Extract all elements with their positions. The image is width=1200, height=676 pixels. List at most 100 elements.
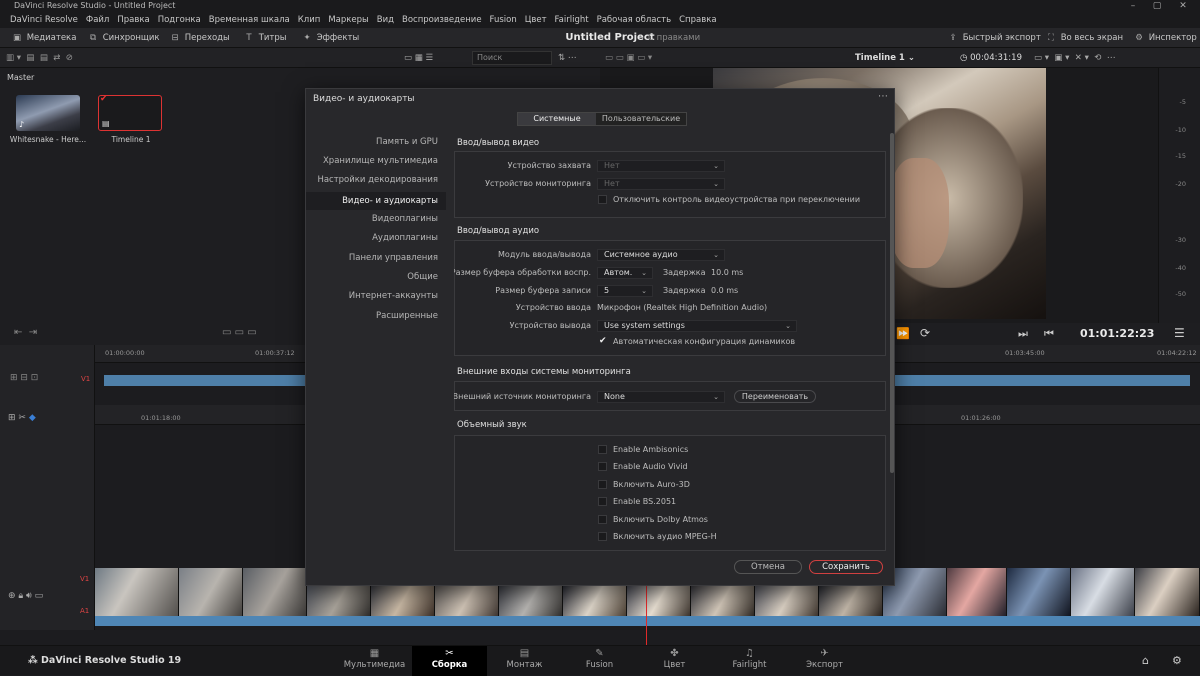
menu-color[interactable]: Цвет: [521, 12, 551, 28]
tab-user[interactable]: Пользовательские: [596, 113, 686, 125]
auro3d-checkbox[interactable]: [598, 480, 607, 489]
quick-export-label: Быстрый экспорт: [962, 33, 1041, 43]
menu-edit[interactable]: Правка: [113, 12, 153, 28]
view-mode-icons[interactable]: ▭ ▦ ☰: [404, 48, 433, 68]
menu-fusion[interactable]: Fusion: [486, 12, 521, 28]
menu-icon[interactable]: ☰: [1174, 326, 1185, 340]
timeline-selector[interactable]: Timeline 1 ⌄: [855, 48, 915, 68]
filmstrip-frame: [1071, 568, 1135, 616]
transitions-button[interactable]: ⊟ Переходы: [168, 28, 229, 48]
nav-audio-plugins[interactable]: Аудиоплагины: [372, 233, 438, 243]
secondary-toolbar: ▥ ▾ ▤ ▤ ⇄ ⊘ ▭ ▦ ☰ ⇅ ⋯ ▭ ▭ ▣ ▭ ▾ Timeline…: [0, 48, 1200, 68]
duration-readout: ◷ 00:04:31:19: [960, 48, 1022, 68]
content-scrollbar[interactable]: [890, 133, 894, 473]
page-deliver[interactable]: ✈ Экспорт: [787, 646, 862, 676]
save-button[interactable]: Сохранить: [809, 560, 883, 574]
close-icon[interactable]: ✕: [1170, 0, 1196, 12]
prev-clip-icon[interactable]: ⏮: [1044, 327, 1054, 341]
titles-button[interactable]: T Титры: [242, 28, 286, 48]
menu-davinci[interactable]: DaVinci Resolve: [6, 12, 82, 28]
nav-internet-accounts[interactable]: Интернет-аккаунты: [349, 291, 438, 301]
page-color[interactable]: ✤ Цвет: [637, 646, 712, 676]
inspector-button[interactable]: ⚙ Инспектор: [1132, 28, 1197, 48]
playhead[interactable]: [646, 585, 647, 645]
menu-help[interactable]: Справка: [675, 12, 720, 28]
audio-vivid-checkbox[interactable]: [598, 462, 607, 471]
menu-fairlight[interactable]: Fairlight: [551, 12, 593, 28]
loop-icon[interactable]: ⟳: [920, 326, 930, 340]
audio-track-a1[interactable]: [95, 616, 1200, 626]
minimize-icon[interactable]: –: [1120, 0, 1146, 12]
viewer-options-icons[interactable]: ▭ ▾ ▣ ▾ ✕ ▾ ⟲ ⋯: [1034, 48, 1115, 68]
nav-memory-gpu[interactable]: Память и GPU: [376, 137, 438, 147]
page-media[interactable]: ▦ Мультимедиа: [337, 646, 412, 676]
quick-export-button[interactable]: ⇪ Быстрый экспорт: [946, 28, 1041, 48]
sort-icon[interactable]: ⇅ ⋯: [558, 48, 576, 68]
mpeg-h-checkbox[interactable]: [598, 532, 607, 541]
clip-thumbnail-video[interactable]: ♪: [16, 95, 80, 131]
tab-system[interactable]: Системные: [518, 113, 596, 125]
nav-control-panels[interactable]: Панели управления: [349, 253, 438, 263]
fullscreen-button[interactable]: ⛶ Во весь экран: [1044, 28, 1123, 48]
fast-forward-icon[interactable]: ⏩: [896, 327, 910, 340]
track-audio-icons[interactable]: ⊕ 🔒︎ 🔊︎ ▭: [8, 591, 43, 601]
monitor-device-select[interactable]: Нет ⌄: [597, 178, 725, 190]
filmstrip-frame: [371, 586, 435, 616]
menu-view[interactable]: Вид: [373, 12, 398, 28]
io-module-select[interactable]: Системное аудио ⌄: [597, 249, 725, 261]
menu-timeline[interactable]: Временная шкала: [205, 12, 294, 28]
menu-trim[interactable]: Подгонка: [154, 12, 205, 28]
page-fairlight[interactable]: ♫ Fairlight: [712, 646, 787, 676]
disable-control-checkbox[interactable]: [598, 195, 607, 204]
dolby-atmos-checkbox[interactable]: [598, 515, 607, 524]
effects-button[interactable]: ✦ Эффекты: [300, 28, 359, 48]
page-cut[interactable]: ✂ Сборка: [412, 646, 487, 676]
chevron-down-icon: ⌄: [641, 269, 647, 277]
clip-tool-icons[interactable]: ⊞ ✂ ◆: [8, 413, 36, 423]
page-fusion[interactable]: ✎ Fusion: [562, 646, 637, 676]
auto-speaker-checkbox[interactable]: ✔: [599, 336, 607, 346]
playback-buffer-select[interactable]: Автом. ⌄: [597, 267, 653, 279]
input-device-value: Микрофон (Realtek High Definition Audio): [597, 303, 768, 312]
nav-decode-options[interactable]: Настройки декодирования: [317, 175, 438, 185]
page-edit[interactable]: ▤ Монтаж: [487, 646, 562, 676]
home-icon[interactable]: ⌂: [1142, 654, 1149, 667]
capture-device-select[interactable]: Нет ⌄: [597, 160, 725, 172]
menu-file[interactable]: Файл: [82, 12, 113, 28]
settings-icon[interactable]: ⚙: [1172, 654, 1182, 667]
next-clip-icon[interactable]: ⏭: [1018, 327, 1028, 341]
edit-tool-icons[interactable]: ⇤ ⇥: [14, 327, 37, 338]
menu-markers[interactable]: Маркеры: [324, 12, 372, 28]
nav-video-audio-io[interactable]: Видео- и аудиокарты: [306, 192, 446, 210]
ext-source-select[interactable]: None ⌄: [597, 391, 725, 403]
menu-clip[interactable]: Клип: [294, 12, 325, 28]
inspector-icon: ⚙: [1135, 33, 1143, 43]
clip-thumbnail-timeline[interactable]: ✔ ▤: [98, 95, 162, 131]
viewer-mode-icons[interactable]: ▭ ▭ ▣ ▭ ▾: [605, 48, 652, 68]
master-folder-label[interactable]: Master: [7, 73, 34, 82]
media-pool-button[interactable]: ▣ Медиатека: [10, 28, 76, 48]
nav-general[interactable]: Общие: [407, 272, 438, 282]
window-titlebar: DaVinci Resolve Studio - Untitled Projec…: [0, 0, 1200, 12]
sync-button[interactable]: ⧉ Синхронщик: [86, 28, 160, 48]
rename-button[interactable]: Переименовать: [734, 390, 816, 403]
nav-media-storage[interactable]: Хранилище мультимедиа: [323, 156, 438, 166]
chevron-down-icon: ⌄: [713, 162, 719, 170]
playback-buffer-value: Автом.: [604, 268, 633, 277]
track-control-icons[interactable]: ⊞ ⊟ ⊡: [10, 373, 38, 383]
menu-playback[interactable]: Воспроизведение: [398, 12, 486, 28]
nav-video-plugins[interactable]: Видеоплагины: [372, 214, 438, 224]
record-buffer-select[interactable]: 5 ⌄: [597, 285, 653, 297]
ambisonics-checkbox[interactable]: [598, 445, 607, 454]
insert-tool-icons[interactable]: ▭ ▭ ▭: [222, 327, 257, 338]
cancel-button[interactable]: Отмена: [734, 560, 802, 574]
video-io-header: Ввод/вывод видео: [457, 138, 540, 148]
search-input[interactable]: Поиск: [472, 51, 552, 65]
nav-advanced[interactable]: Расширенные: [376, 311, 438, 321]
maximize-icon[interactable]: ▢: [1144, 0, 1170, 12]
panel-toggle-icons[interactable]: ▥ ▾ ▤ ▤ ⇄ ⊘: [6, 48, 73, 68]
bs2051-checkbox[interactable]: [598, 497, 607, 506]
output-device-select[interactable]: Use system settings ⌄: [597, 320, 797, 332]
menu-workspace[interactable]: Рабочая область: [593, 12, 676, 28]
more-options-icon[interactable]: ⋯: [878, 91, 888, 102]
